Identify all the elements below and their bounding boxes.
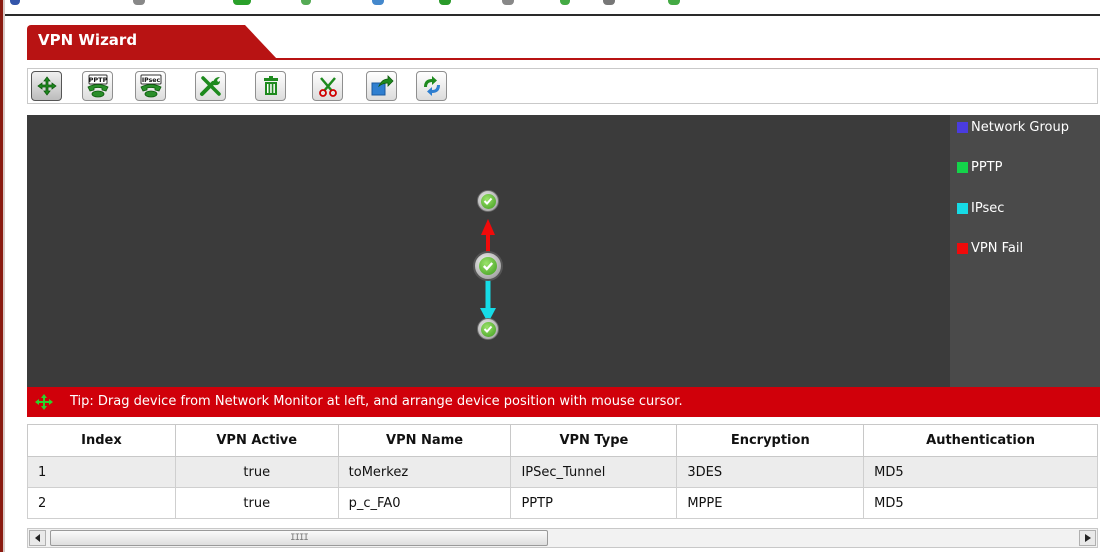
- export-tool-button[interactable]: [366, 71, 397, 101]
- tip-bar: Tip: Drag device from Network Monitor at…: [27, 387, 1100, 417]
- pptp-tool-button[interactable]: PPTP: [82, 71, 113, 101]
- vpn-wizard-window: VPN Wizard PPTP IPsec Network Group PPTP…: [0, 0, 1100, 552]
- delete-tool-button[interactable]: [255, 71, 286, 101]
- move-arrows-icon: [35, 394, 53, 410]
- cut-tool-button[interactable]: [312, 71, 343, 101]
- cell-vpn-active: true: [174, 487, 339, 519]
- tab-divider: [27, 58, 1100, 60]
- ipsec-phone-icon: IPsec: [139, 74, 162, 98]
- scroll-right-button[interactable]: [1079, 530, 1096, 546]
- table-row[interactable]: 1 true toMerkez IPSec_Tunnel 3DES MD5: [27, 456, 1098, 488]
- ipsec-badge-text: IPsec: [141, 77, 160, 84]
- cell-vpn-name: p_c_FA0: [337, 487, 512, 519]
- legend-label: PPTP: [971, 159, 1003, 175]
- table-row[interactable]: 2 true p_c_FA0 PPTP MPPE MD5: [27, 487, 1098, 519]
- check-icon: [482, 262, 494, 271]
- legend-item-ipsec: IPsec: [957, 200, 1004, 216]
- move-arrows-icon: [36, 76, 57, 96]
- scroll-left-button[interactable]: [29, 530, 46, 546]
- center-device-node[interactable]: [473, 251, 503, 281]
- tip-text: Tip: Drag device from Network Monitor at…: [70, 394, 683, 409]
- legend-swatch-ipsec: [957, 202, 968, 214]
- column-header-vpn-name[interactable]: VPN Name: [337, 424, 512, 457]
- scroll-grip: IIII: [290, 533, 309, 543]
- vpn-table: Index VPN Active VPN Name VPN Type Encry…: [27, 424, 1098, 519]
- cell-encryption: 3DES: [676, 456, 865, 488]
- column-header-encryption[interactable]: Encryption: [676, 424, 865, 457]
- export-arrow-icon: [371, 75, 394, 96]
- legend-item-network-group: Network Group: [957, 119, 1069, 135]
- trash-icon: [263, 76, 278, 95]
- arrow-right-icon: [1084, 534, 1091, 542]
- cell-index: 1: [27, 456, 176, 488]
- cell-encryption: MPPE: [676, 487, 865, 519]
- scissors-icon: [318, 77, 337, 97]
- top-toolbar-strip-cutoff: [5, 0, 1100, 16]
- legend-panel: Network Group PPTP IPsec VPN Fail: [950, 115, 1100, 387]
- arrow-left-icon: [34, 534, 40, 542]
- check-icon: [483, 197, 493, 205]
- vpn-topology-canvas[interactable]: [27, 115, 950, 387]
- cell-vpn-name: toMerkez: [337, 456, 512, 488]
- check-icon: [483, 325, 493, 333]
- column-header-authentication[interactable]: Authentication: [863, 424, 1098, 457]
- scroll-thumb[interactable]: IIII: [50, 530, 548, 546]
- edit-tool-button[interactable]: [195, 71, 226, 101]
- pptp-phone-icon: PPTP: [86, 74, 109, 98]
- cell-vpn-type: PPTP: [510, 487, 678, 519]
- window-title: VPN Wizard: [38, 31, 138, 49]
- cell-authentication: MD5: [863, 456, 1098, 488]
- legend-swatch-pptp: [957, 161, 968, 173]
- legend-swatch-network-group: [957, 121, 968, 133]
- cell-authentication: MD5: [863, 487, 1098, 519]
- legend-item-pptp: PPTP: [957, 159, 1002, 175]
- wrench-screwdriver-icon: [199, 76, 221, 96]
- horizontal-scrollbar[interactable]: IIII: [27, 528, 1098, 548]
- column-header-vpn-type[interactable]: VPN Type: [510, 424, 678, 457]
- legend-label: VPN Fail: [971, 240, 1024, 256]
- legend-label: Network Group: [971, 119, 1069, 135]
- top-device-node[interactable]: [477, 190, 499, 212]
- bottom-device-node[interactable]: [477, 318, 499, 340]
- ipsec-tool-button[interactable]: IPsec: [135, 71, 166, 101]
- refresh-icon: [423, 76, 440, 96]
- link-vpn-fail-arrow: [481, 219, 495, 235]
- cell-vpn-active: true: [174, 456, 339, 488]
- legend-swatch-vpn-fail: [957, 242, 968, 254]
- table-header-row: Index VPN Active VPN Name VPN Type Encry…: [27, 424, 1098, 457]
- column-header-vpn-active[interactable]: VPN Active: [174, 424, 339, 457]
- cell-vpn-type: IPSec_Tunnel: [510, 456, 678, 488]
- toolbar: PPTP IPsec: [27, 68, 1098, 104]
- pptp-badge-text: PPTP: [88, 76, 107, 84]
- legend-item-vpn-fail: VPN Fail: [957, 240, 1023, 256]
- cell-index: 2: [27, 487, 176, 519]
- move-tool-button[interactable]: [31, 71, 62, 101]
- legend-label: IPsec: [971, 200, 1005, 216]
- left-frame-shadow: [3, 0, 5, 552]
- refresh-tool-button[interactable]: [416, 71, 447, 101]
- column-header-index[interactable]: Index: [27, 424, 176, 457]
